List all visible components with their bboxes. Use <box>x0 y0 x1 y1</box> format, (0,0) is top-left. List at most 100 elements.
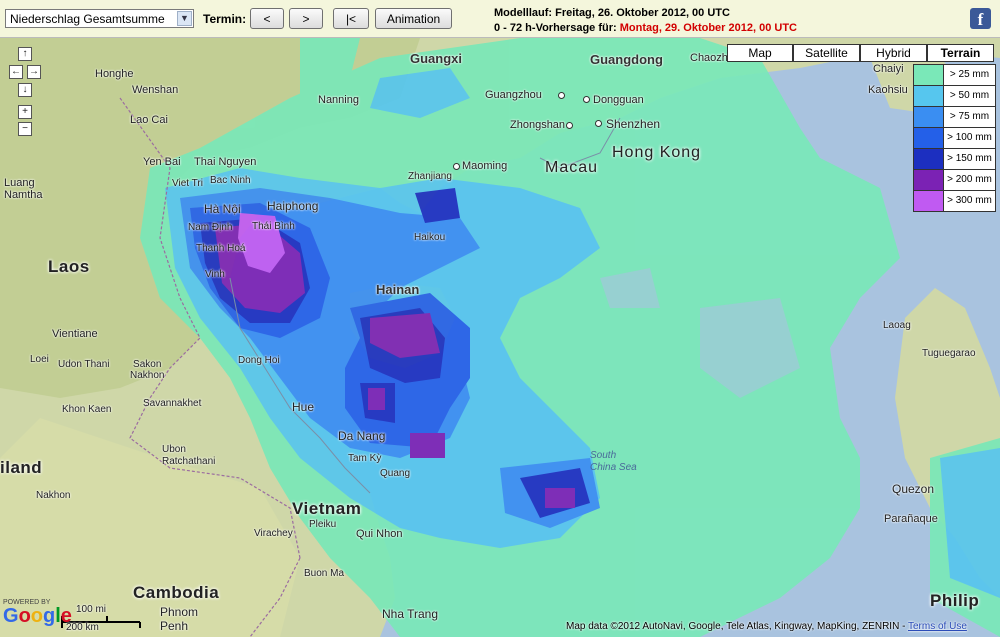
label-guangxi: Guangxi <box>410 51 463 66</box>
label-philippines: Philip <box>930 591 980 610</box>
first-button[interactable]: |< <box>333 8 369 29</box>
model-run-text: Modelllauf: Freitag, 26. Oktober 2012, 0… <box>494 7 730 19</box>
precipitation-legend: > 25 mm > 50 mm > 75 mm > 100 mm > 150 m… <box>913 64 996 212</box>
label-bac-ninh: Bac Ninh <box>210 175 251 186</box>
scale-miles: 100 mi <box>76 604 107 615</box>
legend-row: > 25 mm <box>914 65 995 86</box>
legend-label: > 50 mm <box>949 90 990 101</box>
chevron-down-icon[interactable]: ▼ <box>177 11 192 26</box>
map-type-satellite[interactable]: Satellite <box>793 44 860 62</box>
label-da-nang: Da Nang <box>338 429 386 443</box>
city-dot <box>558 92 565 99</box>
label-cambodia: Cambodia <box>133 583 220 602</box>
legend-swatch <box>914 149 944 169</box>
label-hainan: Hainan <box>376 282 420 297</box>
zoom-out-button[interactable]: − <box>18 122 32 136</box>
zoom-in-button[interactable]: + <box>18 105 32 119</box>
legend-row: > 100 mm <box>914 128 995 149</box>
label-shenzhen: Shenzhen <box>606 117 661 131</box>
label-paranaque: Parañaque <box>884 513 938 525</box>
label-pleiku: Pleiku <box>309 519 337 530</box>
label-nakhon: Nakhon <box>36 490 71 501</box>
label-thai-nguyen: Thai Nguyen <box>194 156 257 168</box>
map-copyright: Map data ©2012 AutoNavi, Google, Tele At… <box>566 621 967 632</box>
label-dongguan: Dongguan <box>593 94 644 106</box>
label-buon-ma: Buon Ma <box>304 568 345 579</box>
label-thailand: iland <box>0 458 43 477</box>
google-logo[interactable]: POWERED BY Google <box>3 599 72 626</box>
label-luang-namtha: Luang Namtha <box>4 177 43 201</box>
label-honghe: Honghe <box>95 68 134 80</box>
parameter-select-value: Niederschlag Gesamtsumme <box>10 12 165 26</box>
legend-label: > 100 mm <box>947 132 992 143</box>
map-type-map[interactable]: Map <box>727 44 793 62</box>
legend-row: > 200 mm <box>914 170 995 191</box>
label-hong-kong: Hong Kong <box>612 144 702 161</box>
map-type-hybrid[interactable]: Hybrid <box>860 44 927 62</box>
facebook-icon[interactable]: f <box>970 8 991 29</box>
copyright-text: Map data ©2012 AutoNavi, Google, Tele At… <box>566 621 908 632</box>
forecast-date: Montag, 29. Oktober 2012, 00 UTC <box>619 22 797 34</box>
label-wenshan: Wenshan <box>132 84 179 96</box>
label-nam-dinh: Nam Định <box>188 222 233 233</box>
label-maoming: Maoming <box>462 160 508 172</box>
label-ubon: Ubon Ratchathani <box>162 444 216 467</box>
terms-of-use-link[interactable]: Terms of Use <box>908 621 967 632</box>
parameter-select[interactable]: Niederschlag Gesamtsumme ▼ <box>5 9 194 28</box>
city-dot <box>566 122 573 129</box>
label-laoag: Laoag <box>883 320 911 331</box>
label-dong-hoi: Dong Hoi <box>238 355 280 366</box>
label-vinh: Vinh <box>205 269 225 280</box>
next-button[interactable]: > <box>289 8 323 29</box>
map-type-terrain[interactable]: Terrain <box>927 44 994 62</box>
label-savannakhet: Savannakhet <box>143 398 202 409</box>
label-sakon-nakhon: Sakon Nakhon <box>130 359 165 381</box>
google-wordmark: Google <box>3 605 72 627</box>
legend-row: > 75 mm <box>914 107 995 128</box>
label-quang-ngai: Quang <box>380 468 411 479</box>
termin-label: Termin: <box>203 12 247 26</box>
map-terrain <box>0 38 1000 637</box>
label-ha-noi: Hà Nội <box>204 202 241 216</box>
map-canvas[interactable]: ↑ ← → ↓ + − Guangxi Guangdong Chaozh Cha… <box>0 38 1000 637</box>
label-nanning: Nanning <box>318 94 359 106</box>
pan-up-button[interactable]: ↑ <box>18 47 32 61</box>
label-tam-ky: Tam Kỳ <box>348 453 382 464</box>
legend-swatch <box>914 170 944 190</box>
prev-button[interactable]: < <box>250 8 284 29</box>
label-thai-binh: Thái Bình <box>252 221 295 232</box>
label-yen-bai: Yen Bai <box>143 156 181 168</box>
legend-swatch <box>914 191 944 211</box>
label-virachey: Virachey <box>254 528 293 539</box>
pan-right-button[interactable]: → <box>27 65 41 79</box>
label-vientiane: Vientiane <box>52 328 98 340</box>
label-chaozhou: Chaozh <box>690 52 728 64</box>
forecast-line: 0 - 72 h-Vorhersage für: Montag, 29. Okt… <box>494 21 797 36</box>
legend-label: > 300 mm <box>947 195 992 206</box>
label-thanh-hoa: Thanh Hoá <box>196 243 246 254</box>
label-udon-thani: Udon Thani <box>58 359 110 370</box>
legend-row: > 50 mm <box>914 86 995 107</box>
label-chaiyi: Chaiyi <box>873 63 904 75</box>
label-zhanjiang: Zhanjiang <box>408 171 452 182</box>
pan-left-button[interactable]: ← <box>9 65 23 79</box>
label-guangdong: Guangdong <box>590 52 663 67</box>
label-loei: Loei <box>30 354 49 365</box>
legend-swatch <box>914 107 944 127</box>
legend-label: > 150 mm <box>947 153 992 164</box>
toolbar: Niederschlag Gesamtsumme ▼ Termin: < > |… <box>0 0 1000 38</box>
model-run-info: Modelllauf: Freitag, 26. Oktober 2012, 0… <box>494 6 797 36</box>
label-haiphong: Haiphong <box>267 199 319 213</box>
label-south-china-sea: South China Sea <box>590 450 637 473</box>
legend-row: > 300 mm <box>914 191 995 211</box>
legend-row: > 150 mm <box>914 149 995 170</box>
animation-button[interactable]: Animation <box>375 8 452 29</box>
label-kaohsiung: Kaohsiu <box>868 84 908 96</box>
label-qui-nhon: Qui Nhon <box>356 528 403 540</box>
label-quezon: Quezon <box>892 482 935 496</box>
label-khon-kaen: Khon Kaen <box>62 404 112 415</box>
pan-down-button[interactable]: ↓ <box>18 83 32 97</box>
legend-swatch <box>914 86 944 106</box>
city-dot <box>595 120 602 127</box>
label-haikou: Haikou <box>414 232 446 243</box>
